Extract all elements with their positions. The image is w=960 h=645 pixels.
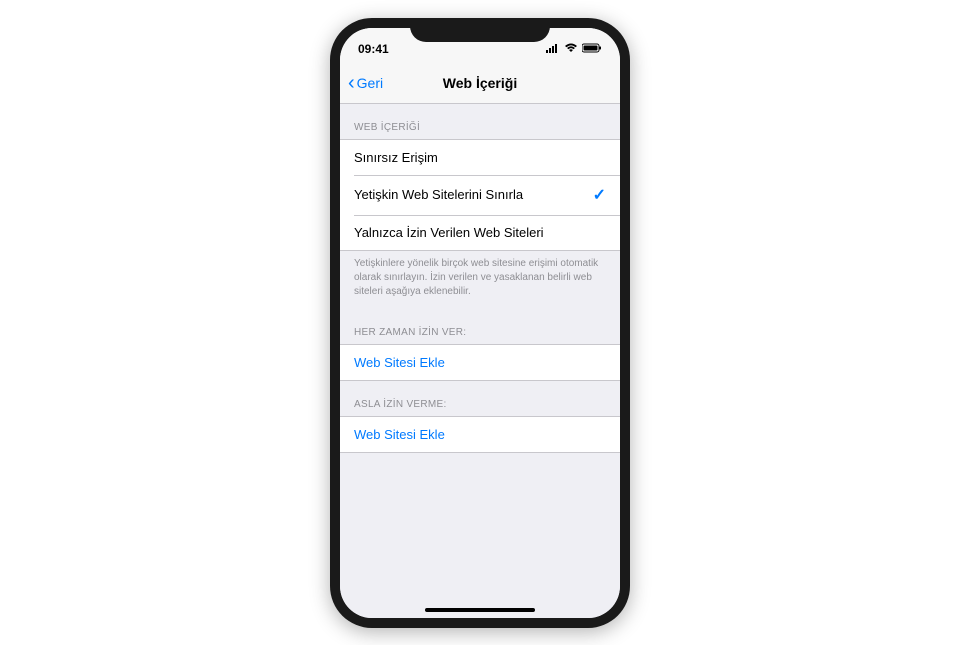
add-website-label: Web Sitesi Ekle [354, 355, 445, 370]
option-allowed-websites-only[interactable]: Yalnızca İzin Verilen Web Siteleri [340, 215, 620, 250]
status-icons [546, 34, 602, 58]
page-title: Web İçeriği [443, 75, 517, 91]
option-unlimited-access[interactable]: Sınırsız Erişim [340, 140, 620, 175]
option-label: Yalnızca İzin Verilen Web Siteleri [354, 225, 544, 240]
option-label: Sınırsız Erişim [354, 150, 438, 165]
add-website-label: Web Sitesi Ekle [354, 427, 445, 442]
checkmark-icon: ✓ [593, 185, 606, 205]
battery-icon [582, 40, 602, 58]
always-allow-group: Web Sitesi Ekle [340, 344, 620, 381]
never-allow-group: Web Sitesi Ekle [340, 416, 620, 453]
section-footer-web-content: Yetişkinlere yönelik birçok web sitesine… [340, 251, 620, 309]
chevron-left-icon: ‹ [348, 73, 355, 93]
web-content-options-group: Sınırsız Erişim Yetişkin Web Sitelerini … [340, 139, 620, 251]
option-label: Yetişkin Web Sitelerini Sınırla [354, 187, 523, 202]
navigation-bar: ‹ Geri Web İçeriği [340, 64, 620, 104]
status-time: 09:41 [358, 36, 389, 56]
cellular-signal-icon [546, 40, 560, 58]
home-indicator[interactable] [425, 608, 535, 612]
section-header-web-content: WEB İÇERİĞİ [340, 104, 620, 139]
back-button[interactable]: ‹ Geri [348, 73, 383, 93]
section-header-never-allow: ASLA İZİN VERME: [340, 381, 620, 416]
settings-content[interactable]: WEB İÇERİĞİ Sınırsız Erişim Yetişkin Web… [340, 104, 620, 618]
section-header-always-allow: HER ZAMAN İZİN VER: [340, 309, 620, 344]
phone-device-frame: 09:41 ‹ Geri Web İçeriği WEB İÇERİ [330, 18, 630, 628]
phone-notch [410, 18, 550, 42]
add-website-never-allow[interactable]: Web Sitesi Ekle [340, 417, 620, 452]
back-label: Geri [357, 75, 383, 91]
option-limit-adult-websites[interactable]: Yetişkin Web Sitelerini Sınırla ✓ [340, 175, 620, 215]
wifi-icon [564, 40, 578, 58]
phone-screen: 09:41 ‹ Geri Web İçeriği WEB İÇERİ [340, 28, 620, 618]
add-website-always-allow[interactable]: Web Sitesi Ekle [340, 345, 620, 380]
